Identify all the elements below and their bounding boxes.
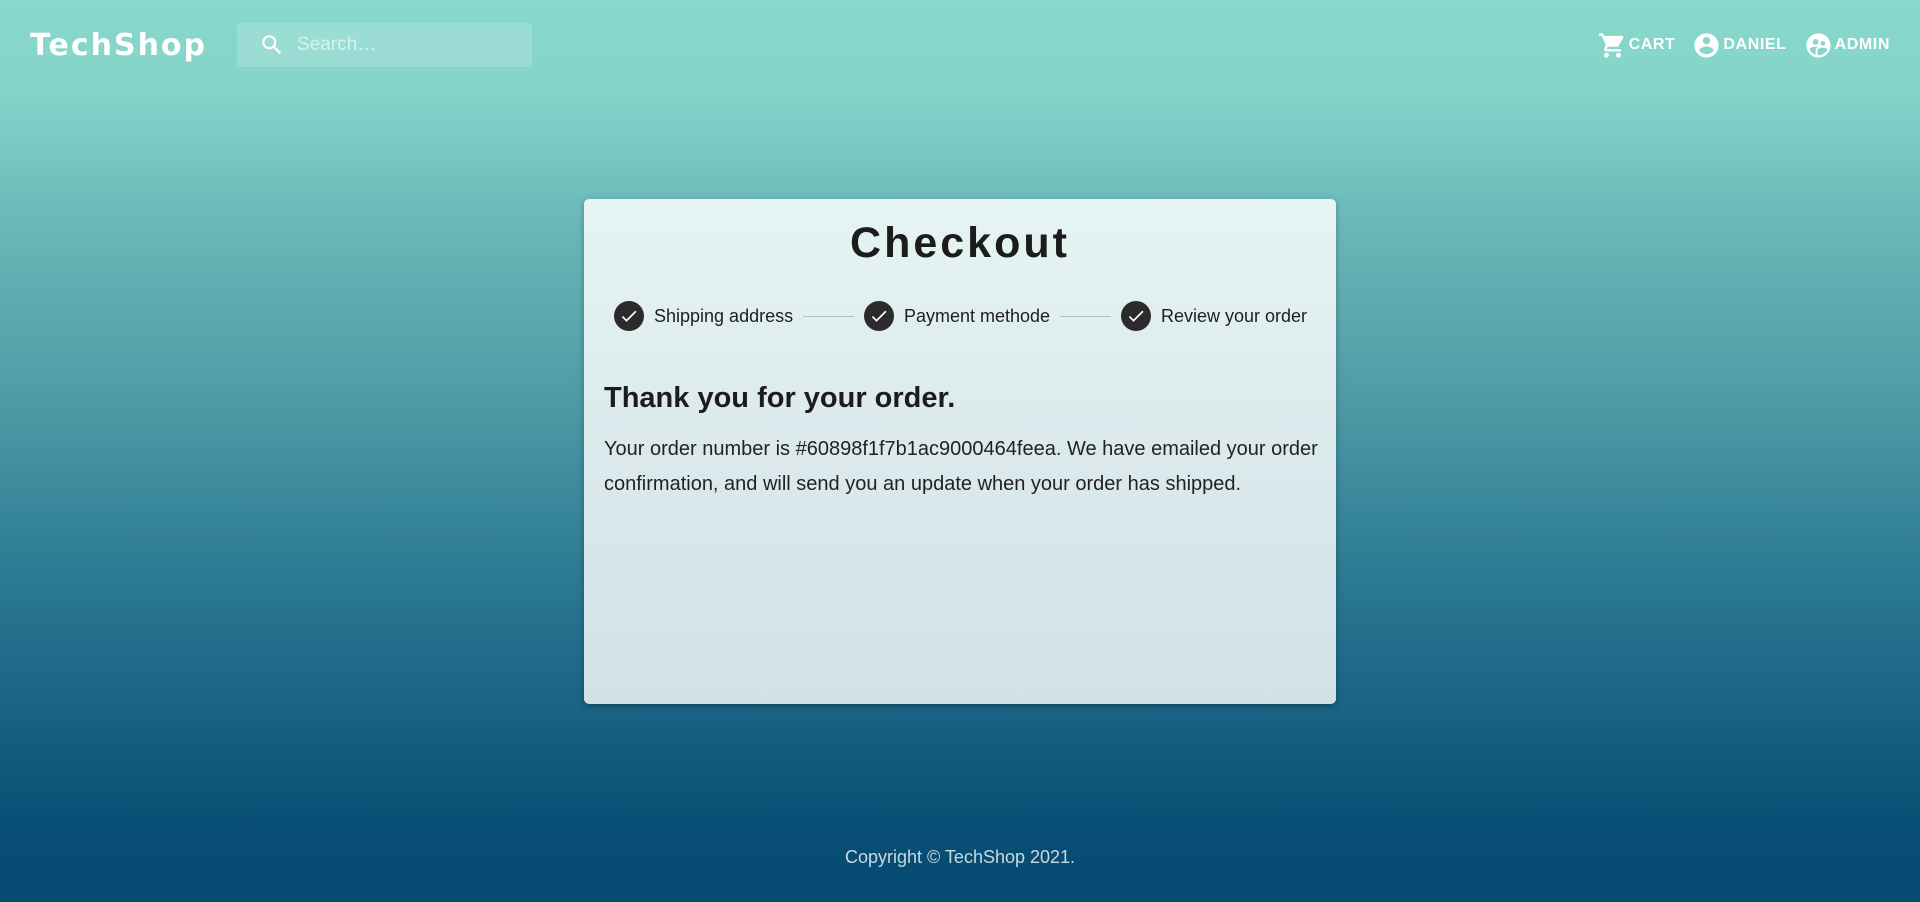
check-icon [1128,310,1144,322]
step-label: Payment methode [903,305,1051,326]
step-label: Review your order [1160,305,1308,326]
search-icon [262,35,282,55]
header-nav: CART DANIEL ADMIN [1598,31,1890,60]
shopping-cart-icon [1598,32,1623,58]
step-review-order: Review your order [1120,301,1308,331]
step-payment-method: Payment methode [863,301,1051,331]
brand-logo[interactable]: TechShop [30,28,207,63]
step-complete-badge [1120,301,1151,331]
admin-label: ADMIN [1834,36,1890,53]
step-label: Shipping address [654,305,794,326]
thank-you-heading: Thank you for your order. [604,382,956,414]
step-complete-badge [614,301,644,331]
cart-button[interactable]: CART [1598,31,1676,60]
account-circle-icon [1694,32,1719,58]
step-shipping-address: Shipping address [614,301,793,331]
supervisor-account-icon [1805,32,1831,58]
cart-label: CART [1628,36,1676,53]
check-icon [871,310,887,322]
user-menu-button[interactable]: DANIEL [1692,31,1786,60]
user-label: DANIEL [1723,36,1787,53]
step-complete-badge [863,301,894,331]
page-title: Checkout [850,219,1070,267]
checkout-stepper: Shipping address Payment methode Review … [614,300,1307,332]
search-input[interactable] [297,34,518,56]
step-connector [1060,315,1111,317]
app-bar: TechShop CART DANIEL ADMIN [0,0,1920,90]
order-confirmation-message: Your order number is #60898f1f7b1ac90004… [604,438,1318,495]
search-box[interactable] [237,23,533,67]
checkout-card: Checkout Shipping address Payment method… [584,199,1336,704]
step-connector [803,315,854,317]
check-icon [621,310,637,322]
admin-menu-button[interactable]: ADMIN [1804,31,1890,60]
footer-copyright: Copyright © TechShop 2021. [844,847,1076,867]
